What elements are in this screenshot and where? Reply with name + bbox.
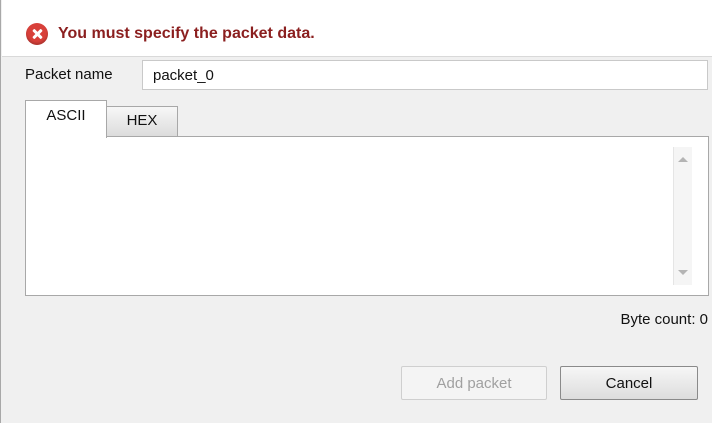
packet-name-label: Packet name	[25, 66, 113, 83]
byte-count-label: Byte count: 0	[620, 311, 708, 328]
add-packet-button[interactable]: Add packet	[401, 366, 547, 400]
packet-name-input[interactable]	[142, 60, 708, 90]
error-message-row: You must specify the packet data.	[26, 23, 315, 45]
scroll-up-arrow-icon[interactable]	[678, 157, 688, 162]
cancel-button[interactable]: Cancel	[560, 366, 698, 400]
tab-ascii[interactable]: ASCII	[25, 100, 107, 138]
add-packet-dialog: You must specify the packet data. Packet…	[0, 0, 712, 423]
error-icon	[26, 23, 48, 45]
scroll-down-arrow-icon[interactable]	[678, 270, 688, 275]
packet-data-textarea[interactable]	[25, 136, 709, 296]
tab-hex[interactable]: HEX	[106, 106, 178, 136]
dialog-header: You must specify the packet data.	[2, 0, 712, 57]
error-message: You must specify the packet data.	[58, 25, 315, 42]
vertical-scrollbar[interactable]	[673, 147, 692, 285]
